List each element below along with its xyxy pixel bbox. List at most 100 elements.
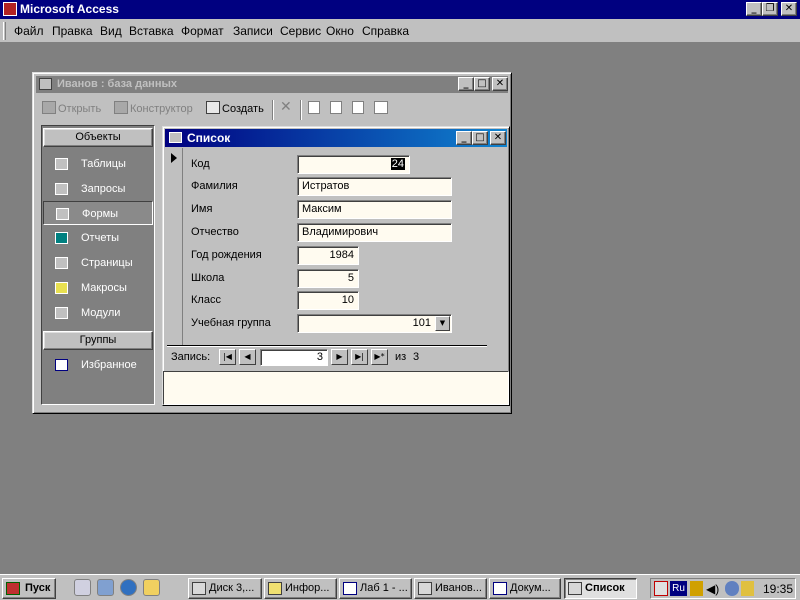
study-group-combo[interactable]: 101	[297, 314, 452, 333]
large-icons-view-icon[interactable]	[308, 101, 322, 115]
taskbar-button-list[interactable]: Список	[564, 578, 637, 599]
bar-item-label: Отчеты	[81, 232, 120, 244]
field-label-lastname: Фамилия	[191, 180, 238, 192]
minimize-button[interactable]: _	[746, 2, 762, 16]
bar-item-label: Избранное	[81, 359, 137, 371]
language-indicator[interactable]: Ru	[670, 581, 687, 596]
first-record-button[interactable]: |◀	[219, 349, 236, 365]
bar-item-pages[interactable]: Страницы	[43, 251, 153, 275]
field-birth-year[interactable]: 1984	[297, 246, 359, 265]
clock[interactable]: 19:35	[763, 582, 793, 596]
close-button[interactable]: ✕	[781, 2, 797, 16]
form-minimize-button[interactable]: _	[456, 131, 472, 145]
form-window-title-bar[interactable]: Список _ □ ✕	[165, 129, 507, 147]
menu-format[interactable]: Формат	[181, 24, 224, 38]
create-button[interactable]: Создать	[206, 101, 264, 115]
app-title-bar[interactable]: Microsoft Access _ ❐ ✕	[0, 0, 800, 19]
menu-edit[interactable]: Правка	[52, 24, 93, 38]
form-close-button[interactable]: ✕	[490, 131, 506, 145]
study-group-value: 101	[412, 317, 431, 329]
bar-item-macros[interactable]: Макросы	[43, 276, 153, 300]
list-view-icon[interactable]	[352, 101, 366, 115]
taskbar-button-ivanov[interactable]: Иванов...	[414, 578, 487, 599]
taskbar-button-info[interactable]: Инфор...	[264, 578, 337, 599]
form-icon	[169, 132, 182, 143]
dropdown-arrow-icon[interactable]: ▼	[435, 316, 450, 331]
delete-icon[interactable]: ✕	[280, 98, 292, 115]
bar-item-modules[interactable]: Модули	[43, 301, 153, 325]
menu-insert[interactable]: Вставка	[129, 24, 174, 38]
internet-explorer-icon[interactable]	[120, 579, 137, 596]
menu-tools[interactable]: Сервис	[280, 24, 321, 38]
menu-view[interactable]: Вид	[100, 24, 122, 38]
db-maximize-button[interactable]: □	[474, 77, 490, 91]
queries-icon	[55, 183, 68, 195]
small-icons-view-icon[interactable]	[330, 101, 344, 115]
menu-records[interactable]: Записи	[233, 24, 273, 38]
details-glyph	[374, 101, 388, 114]
bar-item-tables[interactable]: Таблицы	[43, 152, 153, 176]
field-patronymic[interactable]: Владимирович	[297, 223, 452, 242]
quick-launch-desktop-icon[interactable]	[74, 579, 91, 596]
macros-icon	[55, 282, 68, 294]
menu-grip[interactable]	[3, 22, 6, 40]
quick-launch-outlook-icon[interactable]	[143, 579, 160, 596]
db-minimize-button[interactable]: _	[458, 77, 474, 91]
last-record-button[interactable]: ▶|	[351, 349, 368, 365]
new-record-button[interactable]: ▶*	[371, 349, 388, 365]
pages-icon	[55, 257, 68, 269]
field-firstname[interactable]: Максим	[297, 200, 452, 219]
menu-window[interactable]: Окно	[326, 24, 354, 38]
taskbar-button-lab[interactable]: Лаб 1 - ...	[339, 578, 412, 599]
list-glyph	[352, 101, 364, 114]
objects-header-button[interactable]: Объекты	[43, 128, 153, 147]
groups-header-button[interactable]: Группы	[43, 331, 153, 350]
tray-app-icon[interactable]	[690, 581, 703, 596]
db-close-button[interactable]: ✕	[492, 77, 508, 91]
menu-help[interactable]: Справка	[362, 24, 409, 38]
large-icons-glyph	[308, 101, 320, 114]
taskbar-button-label: Инфор...	[285, 582, 330, 594]
field-code[interactable]: 24	[297, 155, 410, 174]
toolbar-separator	[300, 100, 302, 120]
field-lastname[interactable]: Истратов	[297, 177, 452, 196]
bar-item-label: Страницы	[81, 257, 133, 269]
bar-item-reports[interactable]: Отчеты	[43, 226, 153, 250]
taskbar-button-label: Диск 3,...	[209, 582, 255, 594]
menu-file[interactable]: Файл	[14, 24, 44, 38]
design-icon	[114, 101, 128, 114]
form-maximize-button[interactable]: □	[472, 131, 488, 145]
network-icon[interactable]	[725, 581, 739, 596]
bar-item-label: Формы	[82, 208, 119, 220]
bar-item-forms[interactable]: Формы	[43, 201, 153, 225]
start-button[interactable]: Пуск	[2, 578, 56, 599]
start-label: Пуск	[25, 582, 51, 594]
taskbar-button-document[interactable]: Докум...	[489, 578, 561, 599]
create-label: Создать	[222, 103, 264, 115]
bar-item-favorites[interactable]: Избранное	[43, 353, 153, 377]
record-selector[interactable]	[167, 148, 183, 345]
access-app-icon[interactable]	[3, 2, 17, 16]
details-view-icon[interactable]	[374, 101, 390, 115]
quick-launch-channels-icon[interactable]	[97, 579, 114, 596]
form-window: Список _ □ ✕ Код 24 Фамилия Истратов Имя…	[162, 126, 510, 406]
taskbar-button-disk[interactable]: Диск 3,...	[188, 578, 262, 599]
scheduler-icon[interactable]	[654, 581, 668, 596]
form-footer-area	[163, 371, 509, 405]
database-icon	[39, 78, 52, 90]
tray-pen-icon[interactable]	[741, 581, 754, 596]
volume-icon[interactable]: ◀)	[706, 582, 719, 596]
next-record-button[interactable]: ▶	[331, 349, 348, 365]
database-window-title-bar[interactable]: Иванов : база данных _ □ ✕	[36, 76, 508, 93]
bar-item-queries[interactable]: Запросы	[43, 177, 153, 201]
open-button[interactable]: Открыть	[42, 101, 101, 115]
field-class[interactable]: 10	[297, 291, 359, 310]
design-button[interactable]: Конструктор	[114, 101, 193, 115]
windows-logo-icon	[6, 582, 20, 595]
current-record-number[interactable]: 3	[260, 349, 328, 366]
field-label-firstname: Имя	[191, 203, 213, 215]
restore-button[interactable]: ❐	[762, 2, 778, 16]
previous-record-button[interactable]: ◀	[239, 349, 256, 365]
current-record-arrow-icon	[171, 153, 177, 163]
field-school[interactable]: 5	[297, 269, 359, 288]
